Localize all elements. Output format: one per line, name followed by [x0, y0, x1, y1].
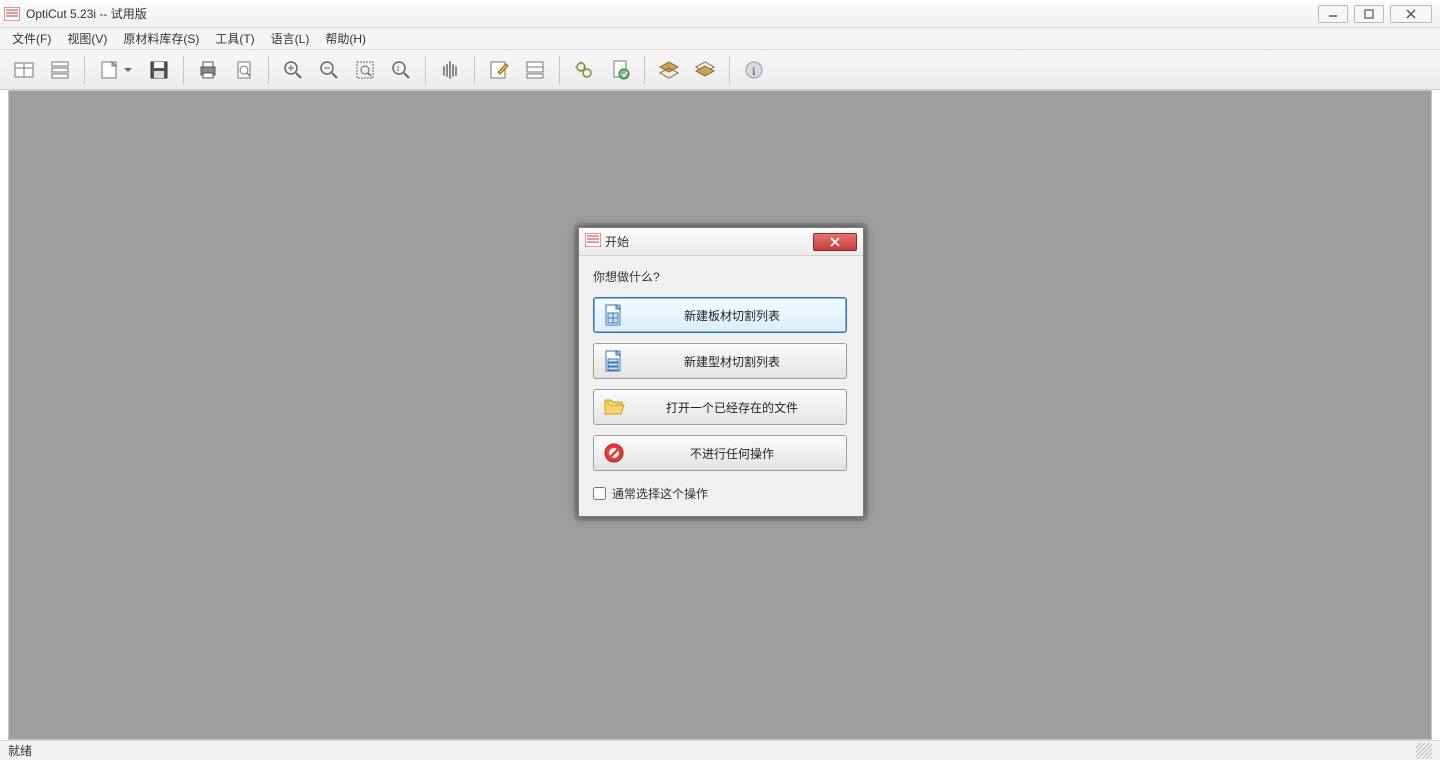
checkbox-label: 通常选择这个操作: [612, 485, 708, 502]
toolbar-report-button[interactable]: [603, 54, 637, 86]
panel-doc-icon: [602, 303, 626, 327]
dialog-titlebar: 开始: [579, 228, 863, 256]
menubar: 文件(F) 视图(V) 原材料库存(S) 工具(T) 语言(L) 帮助(H): [0, 28, 1440, 50]
default-action-checkbox-row: 通常选择这个操作: [593, 485, 849, 502]
toolbar-print-button[interactable]: [191, 54, 225, 86]
dialog-prompt: 你想做什么?: [593, 268, 849, 285]
toolbar-sep: [84, 56, 85, 84]
toolbar-new-panel-button[interactable]: [7, 54, 41, 86]
toolbar-zoom-in-button[interactable]: [276, 54, 310, 86]
app-icon: [585, 233, 601, 250]
minimize-button[interactable]: [1318, 5, 1348, 23]
toolbar-open-button[interactable]: [92, 54, 140, 86]
toolbar-sep: [425, 56, 426, 84]
window-title: OptiCut 5.23i -- 试用版: [26, 5, 147, 22]
toolbar-sep: [268, 56, 269, 84]
new-profile-list-button[interactable]: 新建型材切割列表: [593, 343, 847, 379]
do-nothing-button[interactable]: 不进行任何操作: [593, 435, 847, 471]
window-controls: [1318, 5, 1436, 23]
toolbar-pan-button[interactable]: [433, 54, 467, 86]
toolbar-zoom-fit-button[interactable]: [348, 54, 382, 86]
button-label: 打开一个已经存在的文件: [626, 399, 838, 416]
toolbar-new-profile-button[interactable]: [43, 54, 77, 86]
dialog-title: 开始: [605, 233, 629, 250]
toolbar-save-button[interactable]: [142, 54, 176, 86]
default-action-checkbox[interactable]: [593, 487, 606, 500]
start-dialog: 开始 你想做什么? 新建板材切割列表 新建型材切割列表 打开一个已经存在的文件: [578, 227, 864, 517]
new-panel-list-button[interactable]: 新建板材切割列表: [593, 297, 847, 333]
toolbar-stock-button[interactable]: [688, 54, 722, 86]
toolbar-zoom-out-button[interactable]: [312, 54, 346, 86]
menu-help[interactable]: 帮助(H): [317, 28, 374, 49]
status-text: 就绪: [8, 742, 32, 759]
menu-language[interactable]: 语言(L): [263, 28, 318, 49]
toolbar-sep: [183, 56, 184, 84]
titlebar: OptiCut 5.23i -- 试用版: [0, 0, 1440, 28]
resize-grip[interactable]: [1416, 743, 1432, 759]
toolbar-preview-button[interactable]: [227, 54, 261, 86]
toolbar-sep: [559, 56, 560, 84]
dialog-close-button[interactable]: [813, 233, 857, 251]
statusbar: 就绪: [0, 740, 1440, 760]
button-label: 新建板材切割列表: [626, 307, 838, 324]
button-label: 新建型材切割列表: [626, 353, 838, 370]
menu-view[interactable]: 视图(V): [59, 28, 115, 49]
toolbar-sep: [644, 56, 645, 84]
toolbar-sep: [729, 56, 730, 84]
profile-doc-icon: [602, 349, 626, 373]
menu-tools[interactable]: 工具(T): [207, 28, 262, 49]
toolbar-optimize-button[interactable]: [567, 54, 601, 86]
toolbar-zoom-100-button[interactable]: 1: [384, 54, 418, 86]
folder-open-icon: [602, 395, 626, 419]
app-icon: [4, 7, 20, 21]
toolbar: 1 i: [0, 50, 1440, 90]
menu-file[interactable]: 文件(F): [4, 28, 59, 49]
toolbar-layers-button[interactable]: [652, 54, 686, 86]
close-button[interactable]: [1390, 5, 1432, 23]
toolbar-info-button[interactable]: i: [737, 54, 771, 86]
button-label: 不进行任何操作: [626, 445, 838, 462]
no-action-icon: [602, 441, 626, 465]
chevron-down-icon: [124, 68, 132, 72]
toolbar-edit-button[interactable]: [482, 54, 516, 86]
menu-stock[interactable]: 原材料库存(S): [115, 28, 207, 49]
svg-text:1: 1: [396, 66, 400, 73]
toolbar-parts-button[interactable]: [518, 54, 552, 86]
open-existing-button[interactable]: 打开一个已经存在的文件: [593, 389, 847, 425]
toolbar-sep: [474, 56, 475, 84]
dialog-body: 你想做什么? 新建板材切割列表 新建型材切割列表 打开一个已经存在的文件 不进行…: [579, 256, 863, 516]
maximize-button[interactable]: [1354, 5, 1384, 23]
